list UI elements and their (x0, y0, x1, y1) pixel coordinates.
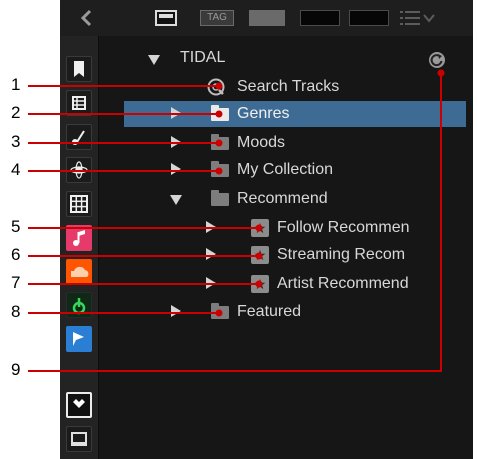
callout-number-2: 2 (11, 103, 21, 122)
callout-number-6: 6 (11, 245, 21, 264)
callout-number-9: 9 (11, 360, 21, 379)
callout-number-5: 5 (11, 217, 21, 236)
callout-number-1: 1 (11, 75, 21, 94)
callout-number-3: 3 (11, 132, 21, 151)
callout-number-7: 7 (11, 273, 21, 292)
callout-number-4: 4 (11, 160, 21, 179)
callout-lines (28, 69, 445, 372)
callout-line-9 (28, 73, 442, 372)
callout-number-8: 8 (11, 302, 21, 321)
